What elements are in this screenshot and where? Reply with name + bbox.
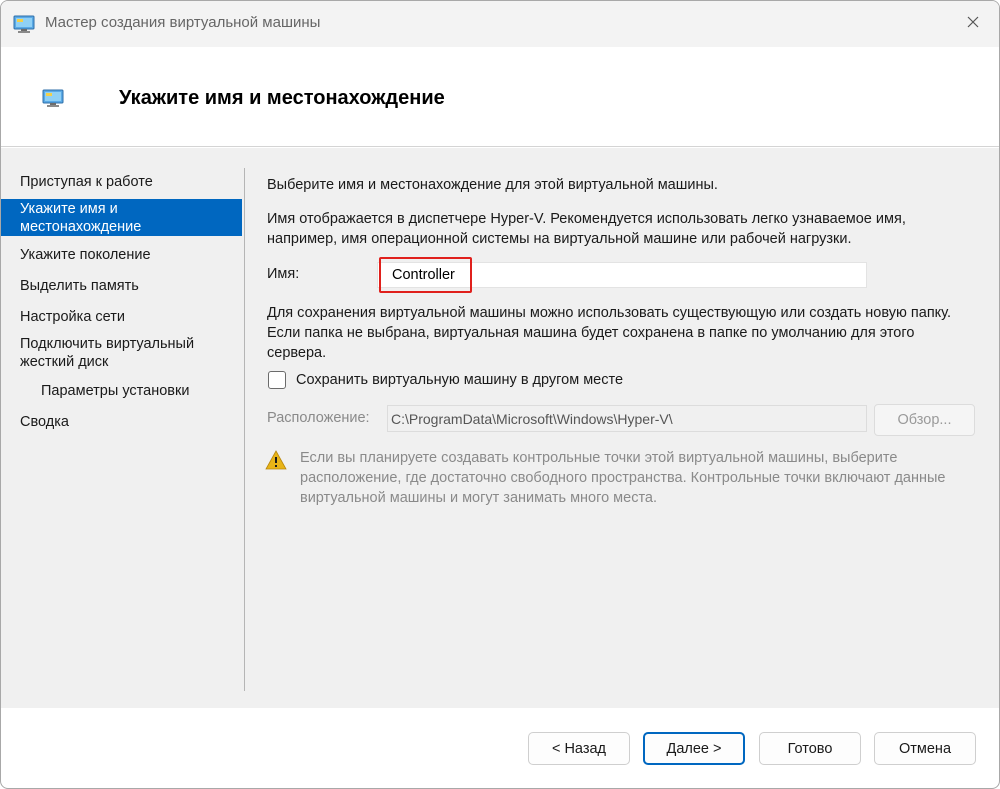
nav-item-name-location[interactable]: Укажите имя и местонахождение [1, 199, 242, 236]
cancel-button[interactable]: Отмена [874, 732, 976, 765]
location-input[interactable] [387, 405, 867, 432]
name-label: Имя: [267, 266, 300, 282]
browse-button[interactable]: Обзор... [874, 404, 975, 436]
intro-text: Выберите имя и местонахождение для этой … [267, 177, 718, 193]
close-icon [966, 15, 980, 33]
nav-item-install-options[interactable]: Параметры установки [1, 382, 242, 400]
warning-icon [265, 450, 287, 470]
store-elsewhere-checkbox[interactable] [268, 371, 286, 389]
location-label: Расположение: [267, 410, 370, 426]
next-button[interactable]: Далее > [643, 732, 745, 765]
store-elsewhere-label[interactable]: Сохранить виртуальную машину в другом ме… [296, 372, 623, 388]
page-title: Укажите имя и местонахождение [119, 87, 445, 109]
nav-item-virtual-disk[interactable]: Подключить виртуальный жесткий диск [1, 335, 221, 371]
virtual-machine-icon [42, 87, 64, 109]
nav-item-generation[interactable]: Укажите поколение [1, 246, 242, 264]
hyperv-monitor-icon [13, 13, 35, 35]
nav-item-summary[interactable]: Сводка [1, 413, 242, 431]
wizard-header: Укажите имя и местонахождение [1, 47, 999, 147]
folder-hint-text: Для сохранения виртуальной машины можно … [267, 305, 951, 361]
nav-item-network[interactable]: Настройка сети [1, 308, 242, 326]
window-title: Мастер создания виртуальной машины [45, 14, 321, 31]
title-bar: Мастер создания виртуальной машины [1, 1, 999, 47]
back-button[interactable]: < Назад [528, 732, 630, 765]
name-hint-text: Имя отображается в диспетчере Hyper-V. Р… [267, 211, 906, 247]
close-button[interactable] [957, 10, 989, 38]
checkpoint-warning-text: Если вы планируете создавать контрольные… [300, 450, 946, 506]
name-input[interactable] [377, 262, 867, 288]
nav-item-getting-started[interactable]: Приступая к работе [1, 173, 242, 191]
nav-item-memory[interactable]: Выделить память [1, 277, 242, 295]
finish-button[interactable]: Готово [759, 732, 861, 765]
wizard-window: Мастер создания виртуальной машины Укажи… [0, 0, 1000, 789]
nav-divider [244, 168, 245, 691]
